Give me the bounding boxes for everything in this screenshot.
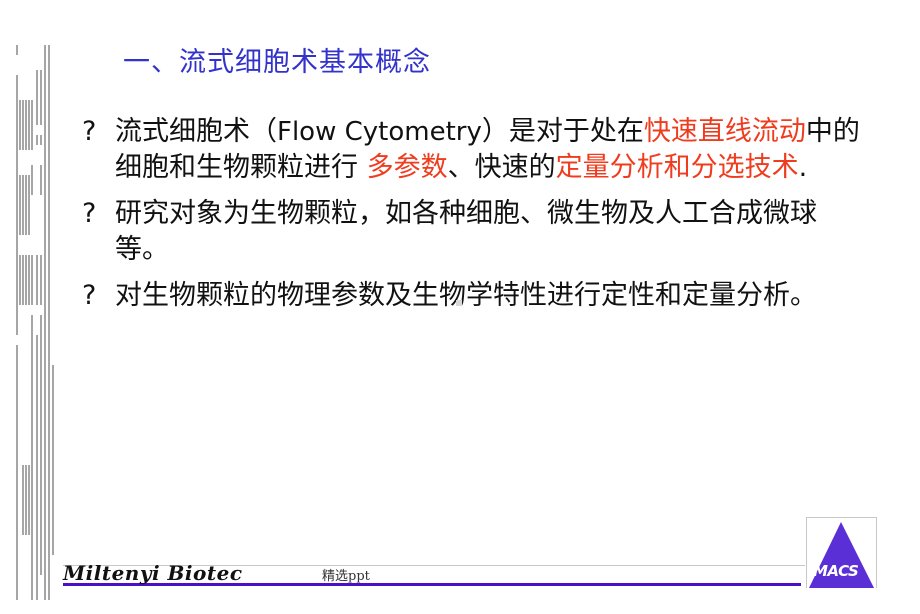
barcode-bar [31,100,33,150]
barcode-bar [52,365,54,555]
barcode-bar [22,100,24,150]
barcode-bar [40,135,42,145]
bullet-list: ? 流式细胞术（Flow Cytometry）是对于处在快速直线流动中的细胞和生… [82,114,862,324]
slide-title: 一、流式细胞术基本概念 [123,47,431,78]
barcode-bar [16,345,18,600]
barcode-bar [25,175,27,235]
barcode-bar [36,255,38,305]
bullet-mark: ? [82,280,97,311]
barcode-bar [40,255,42,305]
barcode-bar [28,255,30,305]
bullet-text: 研究对象为生物颗粒，如各种细胞、微生物及人工合成微球等。 [115,198,817,265]
bullet-mark: ? [82,116,97,147]
barcode-bar [22,255,24,305]
barcode-bar [28,465,30,535]
bullet-text: 对生物颗粒的物理参数及生物学特性进行定性和定量分析。 [115,280,817,311]
barcode-bar [44,45,46,600]
bullet-mark: ? [82,198,97,229]
bullet-text: 流式细胞术（Flow Cytometry）是对于处在快速直线流动中的细胞和生物颗… [115,116,860,183]
brand-logo-text: Miltenyi Biotec [63,561,243,585]
text-segment: 流式细胞术（ [115,116,277,147]
decorative-barcode-strip [16,45,54,600]
highlight-segment: 快速直线流动 [643,116,806,147]
barcode-bar [16,75,18,335]
logo-text: MACS [813,562,859,580]
barcode-bar [36,135,38,145]
bullet-item-definition: ? 流式细胞术（Flow Cytometry）是对于处在快速直线流动中的细胞和生… [82,114,862,186]
bullet-item-analysis: ? 对生物颗粒的物理参数及生物学特性进行定性和定量分析。 [82,278,862,314]
barcode-bar [16,45,18,55]
barcode-bar [28,100,30,150]
barcode-bar [48,45,50,600]
barcode-bar [40,165,42,195]
barcode-bar [19,175,21,235]
slide: 一、流式细胞术基本概念 ? 流式细胞术（Flow Cytometry）是对于处在… [0,0,920,614]
highlight-segment: 定量分析和分选技术 [555,152,799,183]
barcode-bar [31,165,33,195]
footer-note: 精选ppt [322,569,370,584]
barcode-bar [25,255,27,305]
text-segment: . [798,152,808,183]
barcode-bar [19,255,21,305]
barcode-bar [28,175,30,235]
barcode-bar [31,255,33,305]
barcode-bar [22,175,24,235]
text-segment: ）是对于处在 [481,116,644,147]
barcode-bar [25,465,27,535]
barcode-bar [19,100,21,150]
barcode-bar [36,335,38,600]
barcode-bar [25,100,27,150]
barcode-bar [36,70,38,125]
placeholder-dot [456,300,462,306]
text-segment: 、快速的 [447,152,556,183]
barcode-bar [40,70,42,125]
bullet-item-research-object: ? 研究对象为生物颗粒，如各种细胞、微生物及人工合成微球等。 [82,196,862,268]
highlight-segment: 多参数 [366,152,448,183]
barcode-bar [22,465,24,535]
barcode-bar [31,315,33,600]
macs-logo: MACS [806,517,877,588]
text-segment-latin: Flow Cytometry [277,117,482,147]
barcode-bar [40,315,42,575]
